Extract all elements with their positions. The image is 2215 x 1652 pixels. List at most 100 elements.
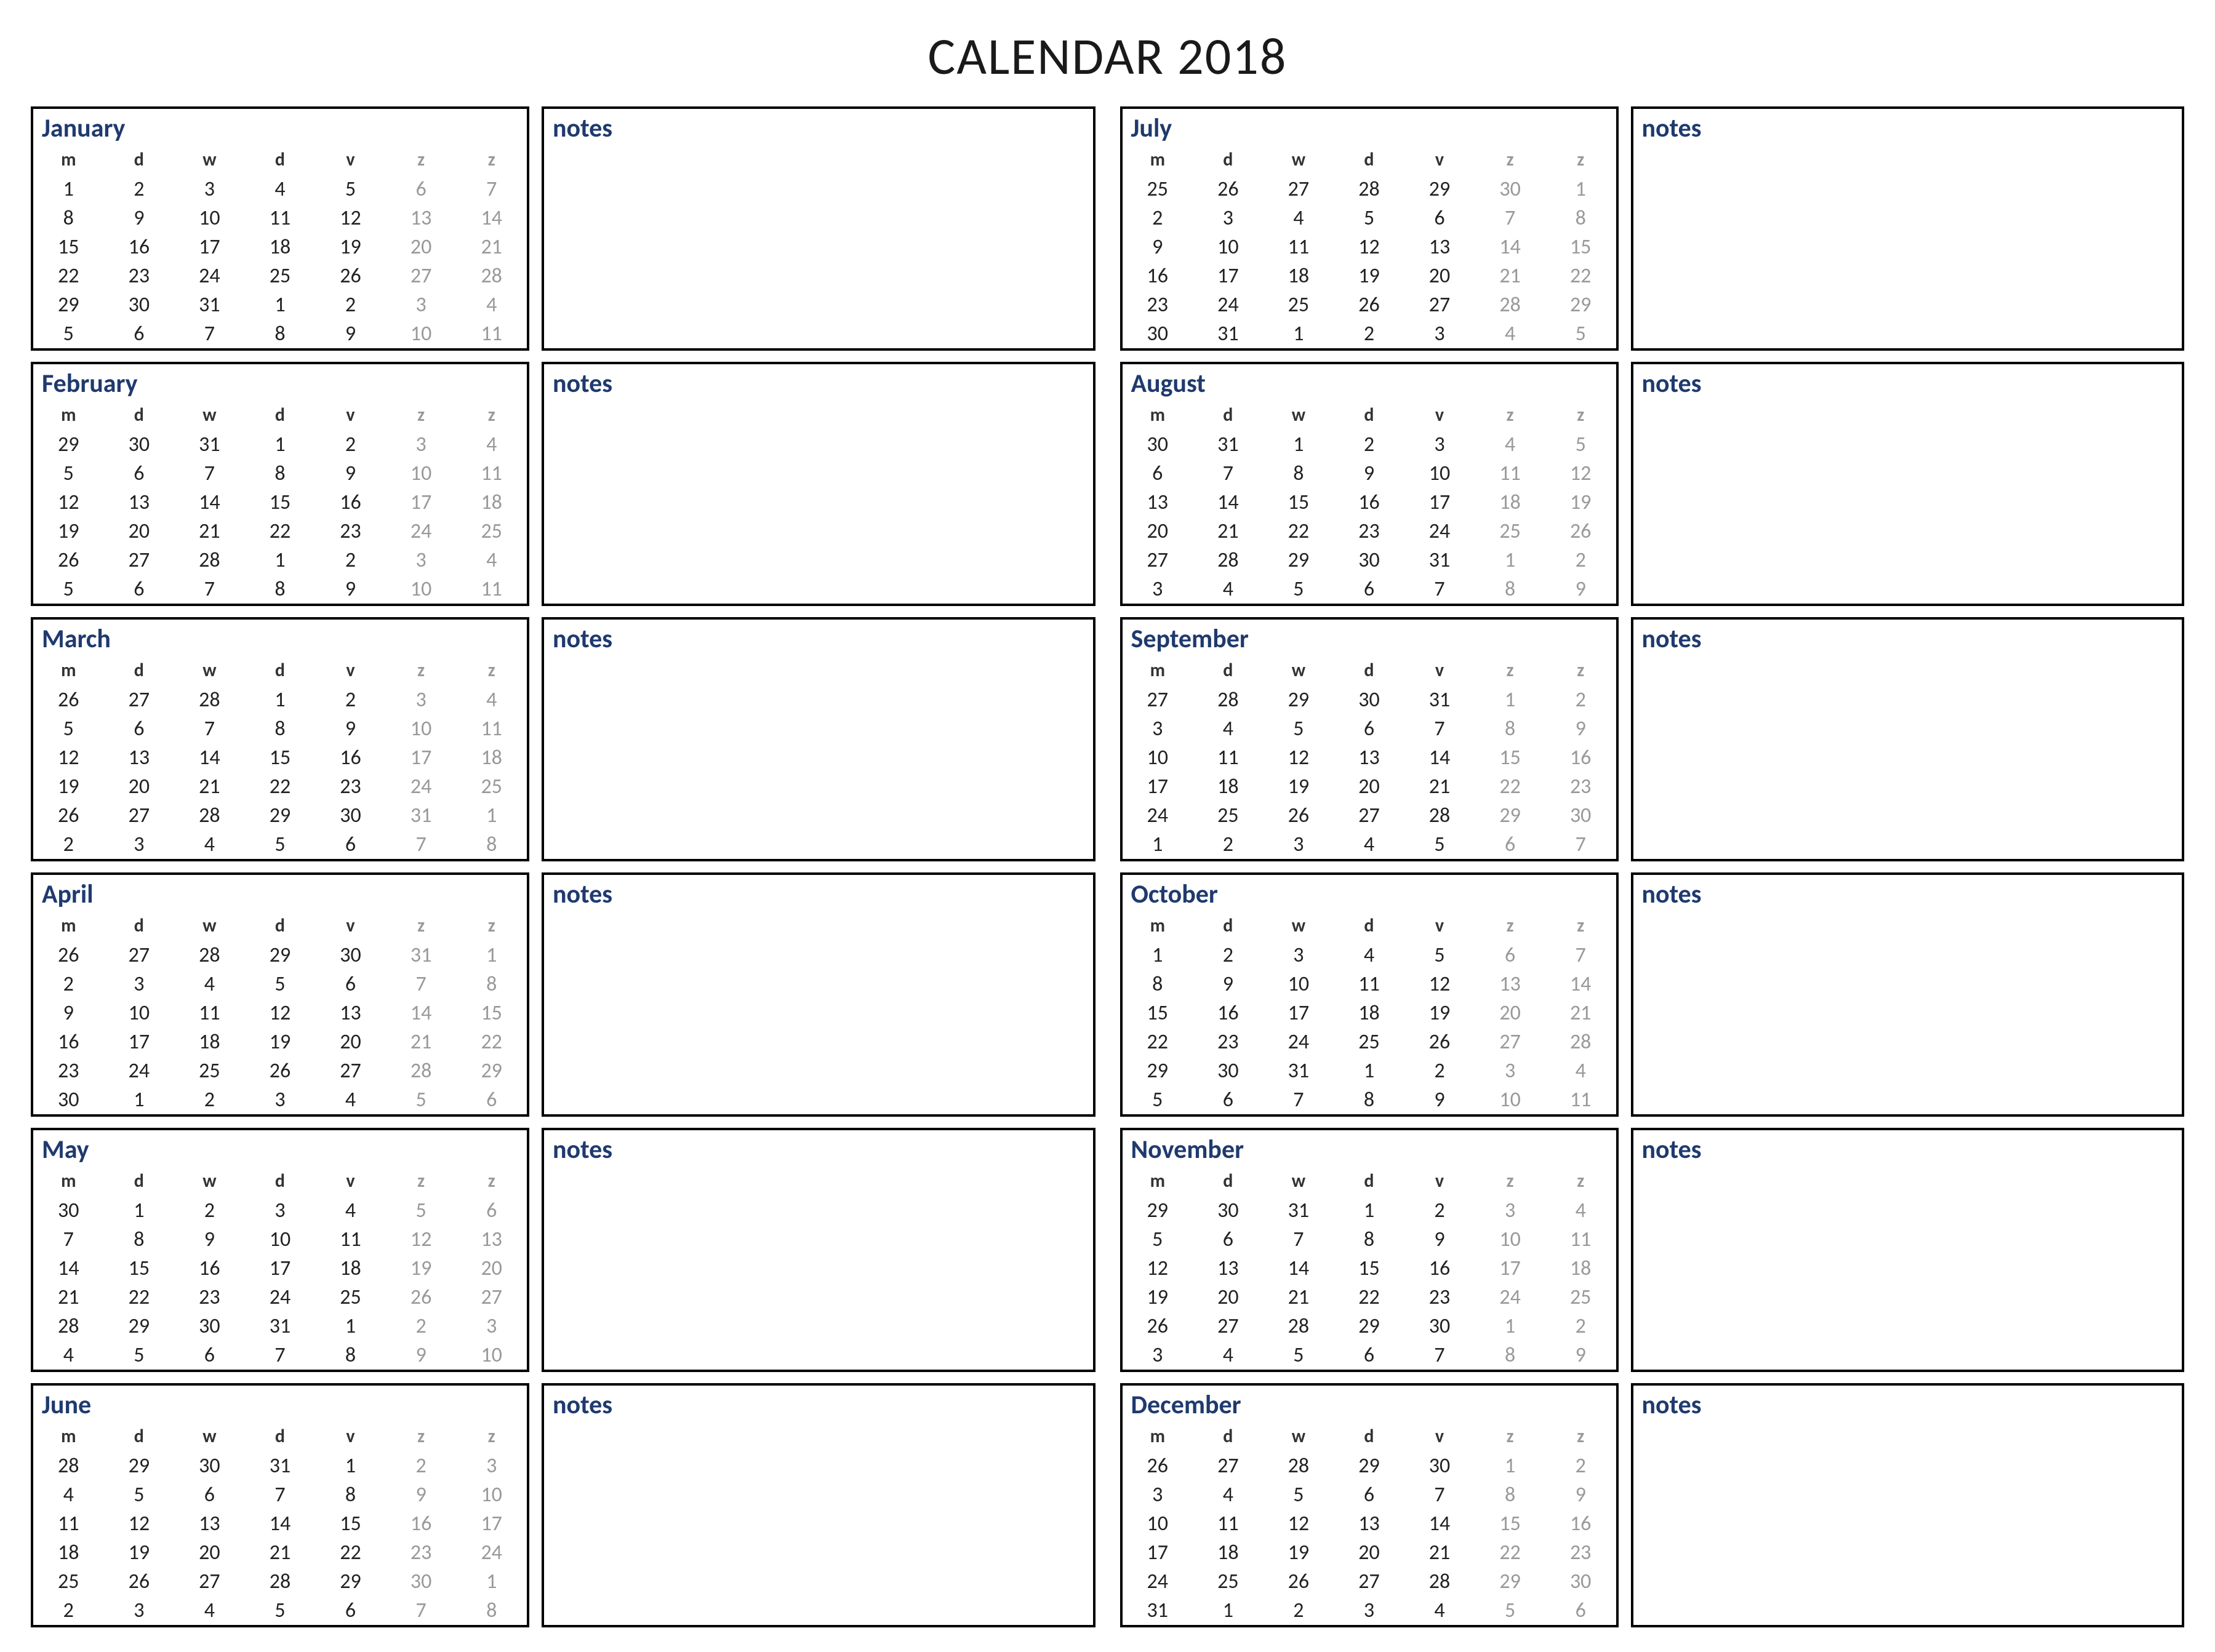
day-cell: 24 xyxy=(174,261,245,290)
day-cell: 9 xyxy=(33,999,104,1028)
day-cell: 26 xyxy=(33,801,104,830)
day-header: w xyxy=(174,146,245,175)
day-cell: 29 xyxy=(1404,175,1475,204)
day-header: z xyxy=(386,912,457,941)
day-cell: 6 xyxy=(174,1341,245,1370)
day-cell: 6 xyxy=(104,714,175,743)
day-cell: 20 xyxy=(174,1538,245,1567)
day-cell: 27 xyxy=(1475,1028,1545,1056)
day-cell: 17 xyxy=(1264,999,1334,1028)
day-cell: 7 xyxy=(33,1225,104,1254)
day-cell: 10 xyxy=(456,1341,527,1370)
day-cell: 31 xyxy=(174,290,245,319)
day-cell: 6 xyxy=(315,830,386,859)
day-cell: 2 xyxy=(1193,941,1264,970)
day-cell: 10 xyxy=(1475,1085,1545,1114)
day-cell: 5 xyxy=(1404,941,1475,970)
day-cell: 9 xyxy=(386,1480,457,1509)
day-cell: 9 xyxy=(174,1225,245,1254)
month-table: mdwdvzz282930311234567891011121314151617… xyxy=(33,1423,527,1625)
day-cell: 22 xyxy=(245,517,316,546)
day-cell: 9 xyxy=(315,459,386,488)
day-cell: 23 xyxy=(174,1283,245,1312)
month-name: July xyxy=(1123,109,1616,146)
day-cell: 13 xyxy=(1404,233,1475,261)
day-header: d xyxy=(245,1423,316,1451)
day-cell: 28 xyxy=(386,1056,457,1085)
day-header: z xyxy=(1545,1168,1616,1196)
month-table: mdwdvzz252627282930123456789101112131415… xyxy=(1123,146,1616,348)
day-cell: 15 xyxy=(1264,488,1334,517)
day-cell: 24 xyxy=(104,1056,175,1085)
notes-label: notes xyxy=(544,1386,1093,1424)
day-cell: 27 xyxy=(456,1283,527,1312)
day-cell: 19 xyxy=(1334,261,1404,290)
day-cell: 12 xyxy=(1123,1254,1193,1283)
month-row: Decembermdwdvzz2627282930123456789101112… xyxy=(1120,1383,2185,1627)
day-header: d xyxy=(104,912,175,941)
day-cell: 17 xyxy=(1193,261,1264,290)
day-cell: 10 xyxy=(1475,1225,1545,1254)
day-cell: 9 xyxy=(1404,1225,1475,1254)
day-header: v xyxy=(315,657,386,685)
day-cell: 26 xyxy=(1264,1567,1334,1596)
day-cell: 29 xyxy=(104,1451,175,1480)
day-cell: 10 xyxy=(386,319,457,348)
day-cell: 11 xyxy=(456,714,527,743)
day-cell: 29 xyxy=(1545,290,1616,319)
day-cell: 27 xyxy=(104,801,175,830)
month-box-august: Augustmdwdvzz303112345678910111213141516… xyxy=(1120,362,1619,606)
day-cell: 8 xyxy=(1264,459,1334,488)
month-name: June xyxy=(33,1386,527,1423)
day-cell: 25 xyxy=(456,772,527,801)
day-cell: 5 xyxy=(1264,1480,1334,1509)
day-cell: 3 xyxy=(174,175,245,204)
day-cell: 15 xyxy=(104,1254,175,1283)
day-cell: 3 xyxy=(1123,575,1193,604)
day-cell: 24 xyxy=(1264,1028,1334,1056)
day-cell: 7 xyxy=(245,1341,316,1370)
day-cell: 5 xyxy=(104,1480,175,1509)
day-cell: 6 xyxy=(456,1196,527,1225)
day-cell: 22 xyxy=(1475,772,1545,801)
day-cell: 3 xyxy=(1123,714,1193,743)
day-header: z xyxy=(1475,912,1545,941)
day-cell: 12 xyxy=(33,743,104,772)
day-cell: 6 xyxy=(1475,830,1545,859)
day-header: w xyxy=(174,657,245,685)
day-cell: 11 xyxy=(1264,233,1334,261)
day-cell: 10 xyxy=(386,714,457,743)
month-box-april: Aprilmdwdvzz2627282930311234567891011121… xyxy=(31,872,529,1117)
day-cell: 15 xyxy=(1545,233,1616,261)
day-cell: 20 xyxy=(104,772,175,801)
day-cell: 4 xyxy=(1334,830,1404,859)
day-header: m xyxy=(33,912,104,941)
day-cell: 7 xyxy=(1475,204,1545,233)
day-cell: 17 xyxy=(1123,1538,1193,1567)
day-cell: 18 xyxy=(33,1538,104,1567)
day-cell: 16 xyxy=(315,488,386,517)
day-cell: 14 xyxy=(1193,488,1264,517)
day-header: v xyxy=(315,1423,386,1451)
day-cell: 2 xyxy=(104,175,175,204)
day-cell: 25 xyxy=(245,261,316,290)
day-header: w xyxy=(174,912,245,941)
month-table: mdwdvzz301234567891011121314151617181920… xyxy=(33,1168,527,1370)
day-cell: 10 xyxy=(174,204,245,233)
day-cell: 29 xyxy=(1475,801,1545,830)
day-cell: 2 xyxy=(315,430,386,459)
day-cell: 6 xyxy=(1404,204,1475,233)
day-cell: 28 xyxy=(1264,1451,1334,1480)
day-cell: 28 xyxy=(33,1312,104,1341)
day-cell: 10 xyxy=(245,1225,316,1254)
day-cell: 25 xyxy=(33,1567,104,1596)
day-cell: 26 xyxy=(1264,801,1334,830)
day-header: z xyxy=(456,1168,527,1196)
day-cell: 18 xyxy=(315,1254,386,1283)
day-cell: 30 xyxy=(1123,319,1193,348)
day-cell: 30 xyxy=(104,430,175,459)
month-row: Octobermdwdvzz12345678910111213141516171… xyxy=(1120,872,2185,1117)
month-table: mdwdvzz303112345678910111213141516171819… xyxy=(1123,402,1616,604)
month-box-march: Marchmdwdvzz2627281234567891011121314151… xyxy=(31,617,529,861)
notes-label: notes xyxy=(1633,875,2182,914)
